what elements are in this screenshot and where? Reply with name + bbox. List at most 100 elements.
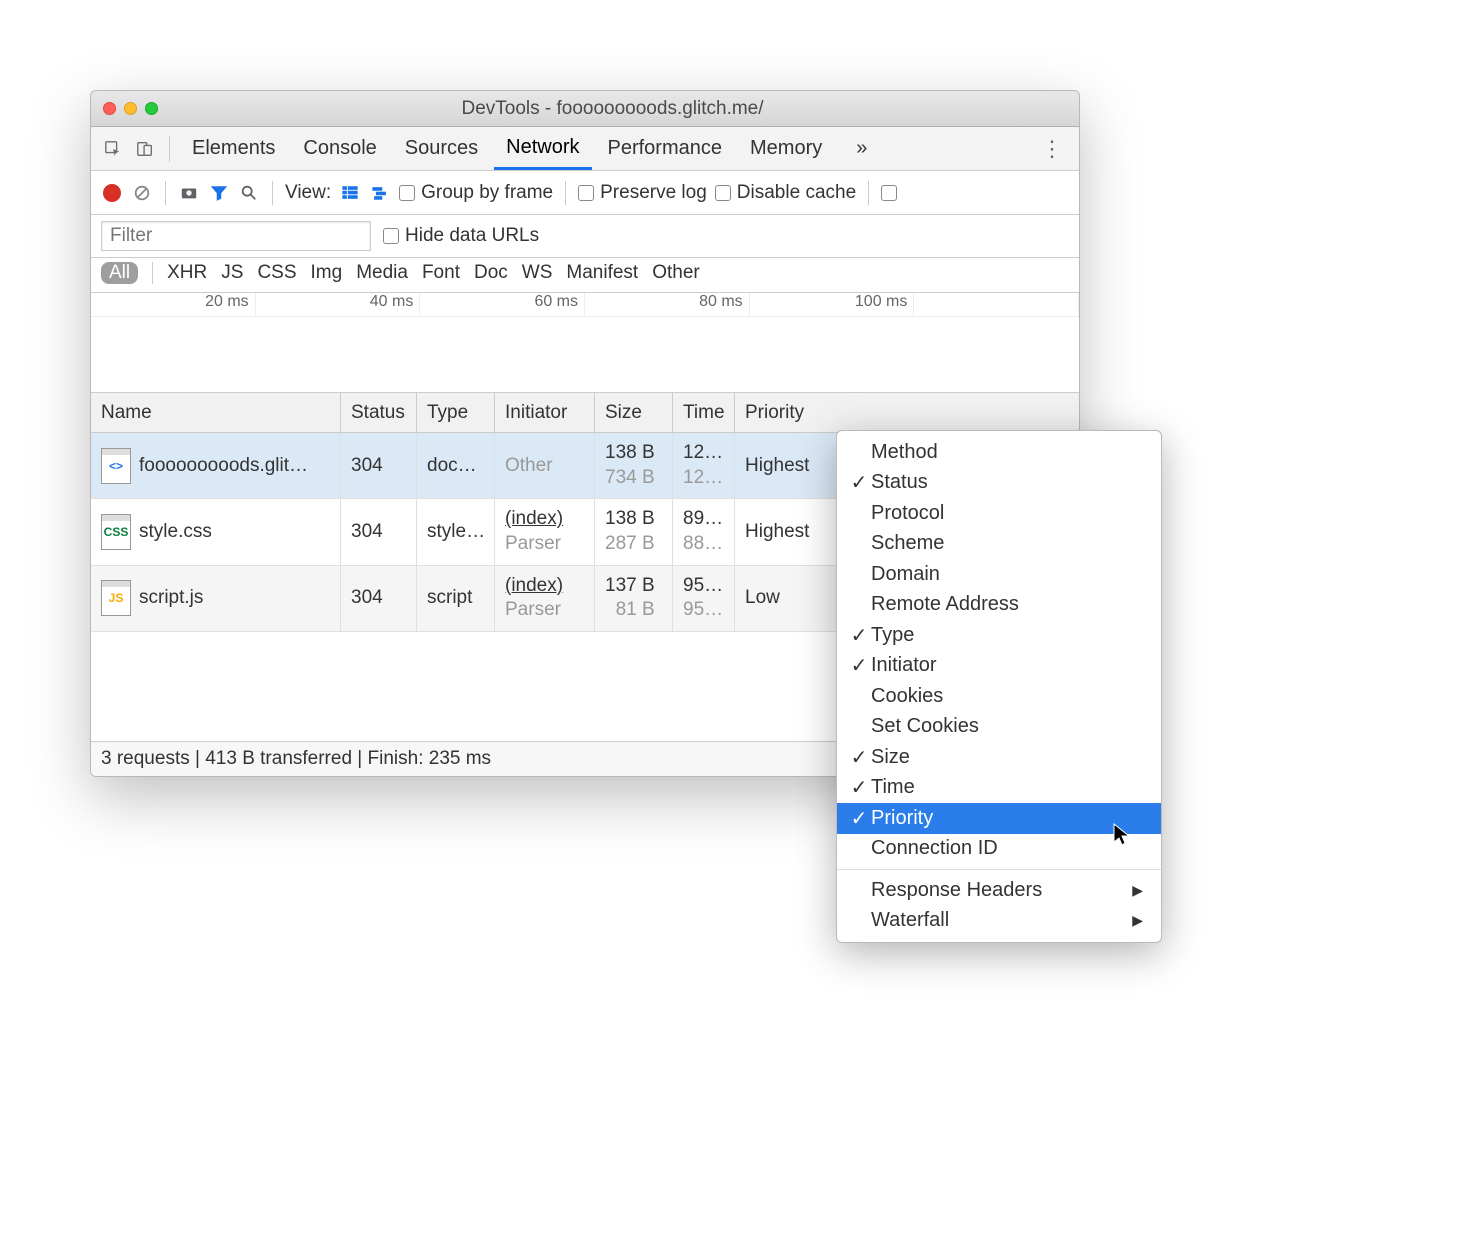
settings-menu-icon[interactable]: ⋮ — [1033, 136, 1071, 162]
check-icon: ✓ — [847, 623, 871, 648]
menu-item-size[interactable]: ✓Size — [837, 742, 1161, 773]
filter-icon[interactable] — [208, 182, 230, 204]
menu-item-domain[interactable]: Domain — [837, 559, 1161, 590]
tick-label — [914, 293, 1079, 316]
filter-ws[interactable]: WS — [522, 262, 553, 284]
filter-img[interactable]: Img — [311, 262, 343, 284]
menu-item-set-cookies[interactable]: Set Cookies — [837, 712, 1161, 743]
menu-item-label: Domain — [871, 563, 1143, 586]
tick-label: 20 ms — [91, 293, 256, 316]
initiator-sub: Parser — [505, 532, 563, 557]
device-toolbar-icon[interactable] — [131, 135, 159, 163]
menu-item-protocol[interactable]: Protocol — [837, 498, 1161, 529]
status-cell: 304 — [341, 566, 417, 631]
menu-item-remote-address[interactable]: Remote Address — [837, 590, 1161, 621]
tick-label: 40 ms — [256, 293, 421, 316]
column-context-menu: Method ✓StatusProtocolScheme Domain Remote … — [836, 430, 1162, 943]
type-cell: script — [417, 566, 495, 631]
timeline-ruler: 20 ms 40 ms 60 ms 80 ms 100 ms — [91, 293, 1079, 317]
column-header-initiator[interactable]: Initiator — [495, 393, 595, 432]
menu-item-waterfall[interactable]: Waterfall▶ — [837, 906, 1161, 937]
menu-item-method[interactable]: Method — [837, 437, 1161, 468]
column-header-type[interactable]: Type — [417, 393, 495, 432]
column-header-name[interactable]: Name — [91, 393, 341, 432]
timeline-overview[interactable]: 20 ms 40 ms 60 ms 80 ms 100 ms — [91, 293, 1079, 393]
menu-item-label: Size — [871, 746, 1143, 769]
tab-console[interactable]: Console — [291, 127, 388, 170]
preserve-log-label: Preserve log — [600, 182, 707, 204]
status-text: 3 requests | 413 B transferred | Finish:… — [101, 748, 491, 770]
filter-js[interactable]: JS — [221, 262, 243, 284]
column-header-time[interactable]: Time — [673, 393, 735, 432]
size-sub: 287 B — [605, 532, 655, 557]
menu-item-status[interactable]: ✓Status — [837, 468, 1161, 499]
network-toolbar: View: Group by frame Preserve log Disabl… — [91, 171, 1079, 215]
cursor-icon — [1112, 822, 1132, 853]
clear-button[interactable] — [131, 182, 153, 204]
tab-memory[interactable]: Memory — [738, 127, 834, 170]
menu-item-type[interactable]: ✓Type — [837, 620, 1161, 651]
menu-item-response-headers[interactable]: Response Headers▶ — [837, 875, 1161, 906]
close-window-button[interactable] — [103, 102, 116, 115]
type-filter-bar: All XHR JS CSS Img Media Font Doc WS Man… — [91, 258, 1079, 293]
filter-all[interactable]: All — [101, 262, 138, 284]
menu-item-label: Method — [871, 441, 1143, 464]
filter-input[interactable] — [101, 221, 371, 251]
inspect-element-icon[interactable] — [99, 135, 127, 163]
initiator-link[interactable]: (index) — [505, 507, 563, 532]
separator — [152, 262, 153, 284]
filter-media[interactable]: Media — [356, 262, 408, 284]
column-header-size[interactable]: Size — [595, 393, 673, 432]
tab-network[interactable]: Network — [494, 127, 591, 170]
checkbox-icon — [399, 185, 415, 201]
large-rows-icon[interactable] — [339, 182, 361, 204]
separator — [169, 136, 170, 162]
offline-checkbox[interactable] — [881, 185, 897, 201]
initiator-sub: Parser — [505, 598, 563, 623]
menu-item-cookies[interactable]: Cookies — [837, 681, 1161, 712]
menu-item-time[interactable]: ✓Time — [837, 773, 1161, 804]
menu-item-label: Response Headers — [871, 879, 1132, 902]
checkbox-icon — [383, 228, 399, 244]
search-icon[interactable] — [238, 182, 260, 204]
filter-doc[interactable]: Doc — [474, 262, 508, 284]
menu-item-scheme[interactable]: Scheme — [837, 529, 1161, 560]
submenu-arrow-icon: ▶ — [1132, 912, 1143, 929]
menu-item-label: Cookies — [871, 685, 1143, 708]
tab-performance[interactable]: Performance — [596, 127, 735, 170]
column-header-priority[interactable]: Priority — [735, 393, 1079, 432]
waterfall-view-icon[interactable] — [369, 182, 391, 204]
record-button[interactable] — [101, 182, 123, 204]
menu-item-label: Waterfall — [871, 909, 1132, 932]
separator — [272, 181, 273, 205]
zoom-window-button[interactable] — [145, 102, 158, 115]
disable-cache-checkbox[interactable]: Disable cache — [715, 182, 856, 204]
capture-screenshots-icon[interactable] — [178, 182, 200, 204]
menu-item-initiator[interactable]: ✓Initiator — [837, 651, 1161, 682]
initiator-link[interactable]: (index) — [505, 574, 563, 599]
filter-manifest[interactable]: Manifest — [566, 262, 638, 284]
menu-item-label: Initiator — [871, 654, 1143, 677]
request-name: fooooooooods.glit… — [139, 455, 308, 477]
minimize-window-button[interactable] — [124, 102, 137, 115]
column-header-status[interactable]: Status — [341, 393, 417, 432]
filter-css[interactable]: CSS — [257, 262, 296, 284]
hide-data-urls-checkbox[interactable]: Hide data URLs — [383, 225, 539, 247]
document-icon: <> — [101, 448, 131, 484]
filter-font[interactable]: Font — [422, 262, 460, 284]
filter-other[interactable]: Other — [652, 262, 700, 284]
group-by-frame-checkbox[interactable]: Group by frame — [399, 182, 553, 204]
time-sub: 12… — [683, 466, 723, 491]
preserve-log-checkbox[interactable]: Preserve log — [578, 182, 707, 204]
menu-item-label: Time — [871, 776, 1143, 799]
tick-label: 100 ms — [750, 293, 915, 316]
filter-xhr[interactable]: XHR — [167, 262, 207, 284]
time-cell: 12… — [683, 441, 723, 466]
more-tabs-button[interactable]: » — [844, 127, 879, 170]
check-icon: ✓ — [847, 775, 871, 800]
initiator-cell: Other — [505, 455, 553, 477]
tab-sources[interactable]: Sources — [393, 127, 490, 170]
time-sub: 88… — [683, 532, 723, 557]
status-cell: 304 — [341, 499, 417, 564]
tab-elements[interactable]: Elements — [180, 127, 287, 170]
